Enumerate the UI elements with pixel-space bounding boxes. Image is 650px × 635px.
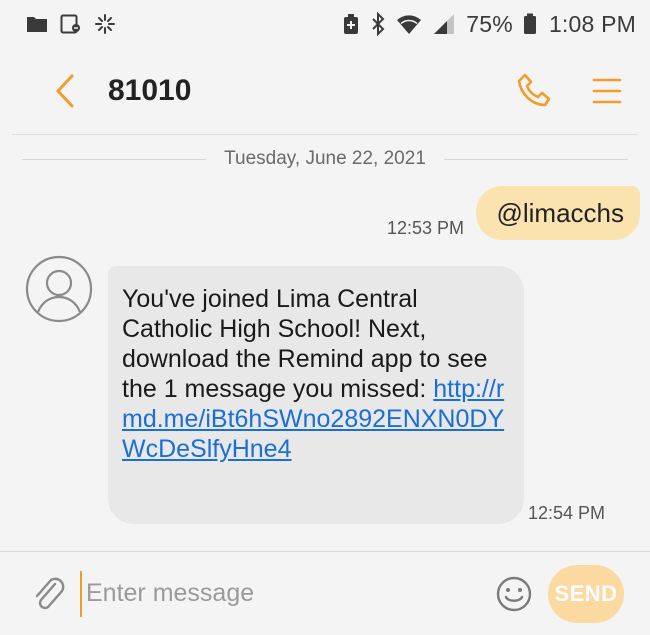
attach-button[interactable] [30,572,66,616]
menu-icon [592,78,622,104]
contact-avatar-icon[interactable] [24,254,94,324]
emoji-button[interactable] [494,574,534,614]
battery-icon [523,13,537,35]
date-separator: Tuesday, June 22, 2021 [22,143,629,175]
date-line-left [22,158,207,160]
message-input[interactable] [80,570,474,617]
status-time: 1:08 PM [548,10,636,37]
emoji-icon [496,576,532,611]
message-composer: SEND [0,552,650,635]
chevron-left-icon [56,74,74,108]
paperclip-icon [35,577,65,609]
messaging-screen: 75% 1:08 PM 81010 Tuesday, June 22, 2021… [0,0,650,635]
outgoing-message-text: @limacchs [496,197,624,228]
wifi-icon [396,13,422,35]
status-left-icons [26,13,116,35]
sparkle-icon [94,13,116,35]
gallery-icon [60,14,82,34]
bluetooth-icon [370,12,386,36]
signal-icon [432,13,456,35]
menu-button[interactable] [592,76,622,106]
folder-icon [26,15,48,33]
back-button[interactable] [50,71,80,111]
date-line-right [443,158,629,160]
call-button[interactable] [516,72,554,110]
status-bar: 75% 1:08 PM [0,0,650,48]
outgoing-message-bubble[interactable]: @limacchs [476,186,640,240]
date-label: Tuesday, June 22, 2021 [224,148,426,169]
contact-name: 81010 [108,74,192,107]
conversation-header: 81010 [0,48,650,134]
incoming-message-bubble[interactable]: You've joined Lima Central Catholic High… [108,266,524,524]
incoming-message-time: 12:54 PM [528,503,606,523]
outgoing-message-time: 12:53 PM [386,218,464,238]
status-right-icons: 75% 1:08 PM [342,11,636,38]
send-button[interactable]: SEND [548,564,624,623]
battery-percent: 75% [466,10,513,37]
battery-saver-icon [342,13,360,35]
phone-icon [517,73,551,107]
header-divider [12,134,638,135]
header-actions [516,72,622,110]
